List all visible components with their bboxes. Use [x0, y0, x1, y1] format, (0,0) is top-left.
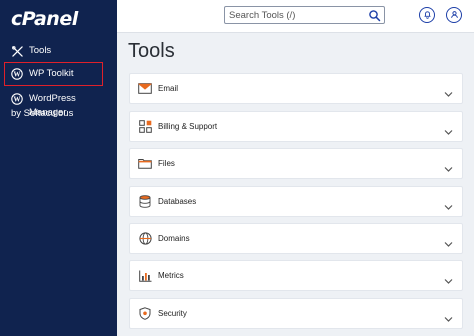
section-email[interactable]: Email	[129, 73, 463, 104]
user-icon	[450, 6, 459, 24]
section-label: Email	[158, 84, 179, 93]
envelope-icon	[138, 82, 152, 96]
section-domains[interactable]: Domains	[129, 223, 463, 254]
wordpress-icon: W	[11, 68, 23, 80]
database-icon	[138, 195, 152, 209]
page-title: Tools	[128, 40, 175, 62]
chevron-down-icon	[444, 310, 453, 322]
chevron-down-icon	[444, 85, 453, 97]
section-databases[interactable]: Databases	[129, 186, 463, 217]
sidebar-item-label: WP Toolkit	[29, 68, 74, 79]
wordpress-icon: W	[11, 93, 23, 105]
section-metrics[interactable]: Metrics	[129, 260, 463, 291]
sidebar-item-tools[interactable]: Tools	[11, 45, 51, 57]
bell-icon	[423, 6, 432, 24]
shield-icon	[138, 307, 152, 321]
section-files[interactable]: Files	[129, 148, 463, 179]
chevron-down-icon	[444, 235, 453, 247]
section-label: Databases	[158, 197, 197, 206]
search-icon[interactable]	[368, 9, 381, 22]
chevron-down-icon	[444, 123, 453, 135]
chevron-down-icon	[444, 272, 453, 284]
svg-text:W: W	[14, 71, 21, 79]
folder-icon	[138, 157, 152, 171]
section-label: Billing & Support	[158, 122, 218, 131]
notifications-button[interactable]	[419, 7, 435, 23]
section-label: Domains	[158, 234, 190, 243]
sidebar: cPanel Tools W WP Toolkit W WordPress Ma…	[0, 0, 117, 336]
bar-chart-icon	[138, 269, 152, 283]
cpanel-logo[interactable]: cPanel	[11, 8, 78, 30]
search-box	[224, 6, 385, 24]
section-security[interactable]: Security	[129, 298, 463, 329]
tools-icon	[11, 45, 23, 57]
sidebar-item-sublabel: by Softaculous	[11, 108, 74, 119]
section-billing-support[interactable]: Billing & Support	[129, 111, 463, 142]
chevron-down-icon	[444, 160, 453, 172]
sidebar-item-wordpress-manager[interactable]: W WordPress Manager by Softaculous	[11, 92, 115, 120]
grid-icon	[138, 120, 152, 134]
sidebar-item-label: Tools	[29, 45, 52, 56]
section-label: Metrics	[158, 271, 184, 280]
globe-icon	[138, 232, 152, 246]
section-label: Security	[158, 309, 187, 318]
user-button[interactable]	[446, 7, 462, 23]
top-bar	[117, 0, 474, 33]
search-input[interactable]	[225, 7, 365, 23]
section-label: Files	[158, 159, 175, 168]
svg-text:W: W	[14, 96, 21, 104]
chevron-down-icon	[444, 198, 453, 210]
sidebar-item-wp-toolkit[interactable]: W WP Toolkit	[4, 62, 103, 86]
